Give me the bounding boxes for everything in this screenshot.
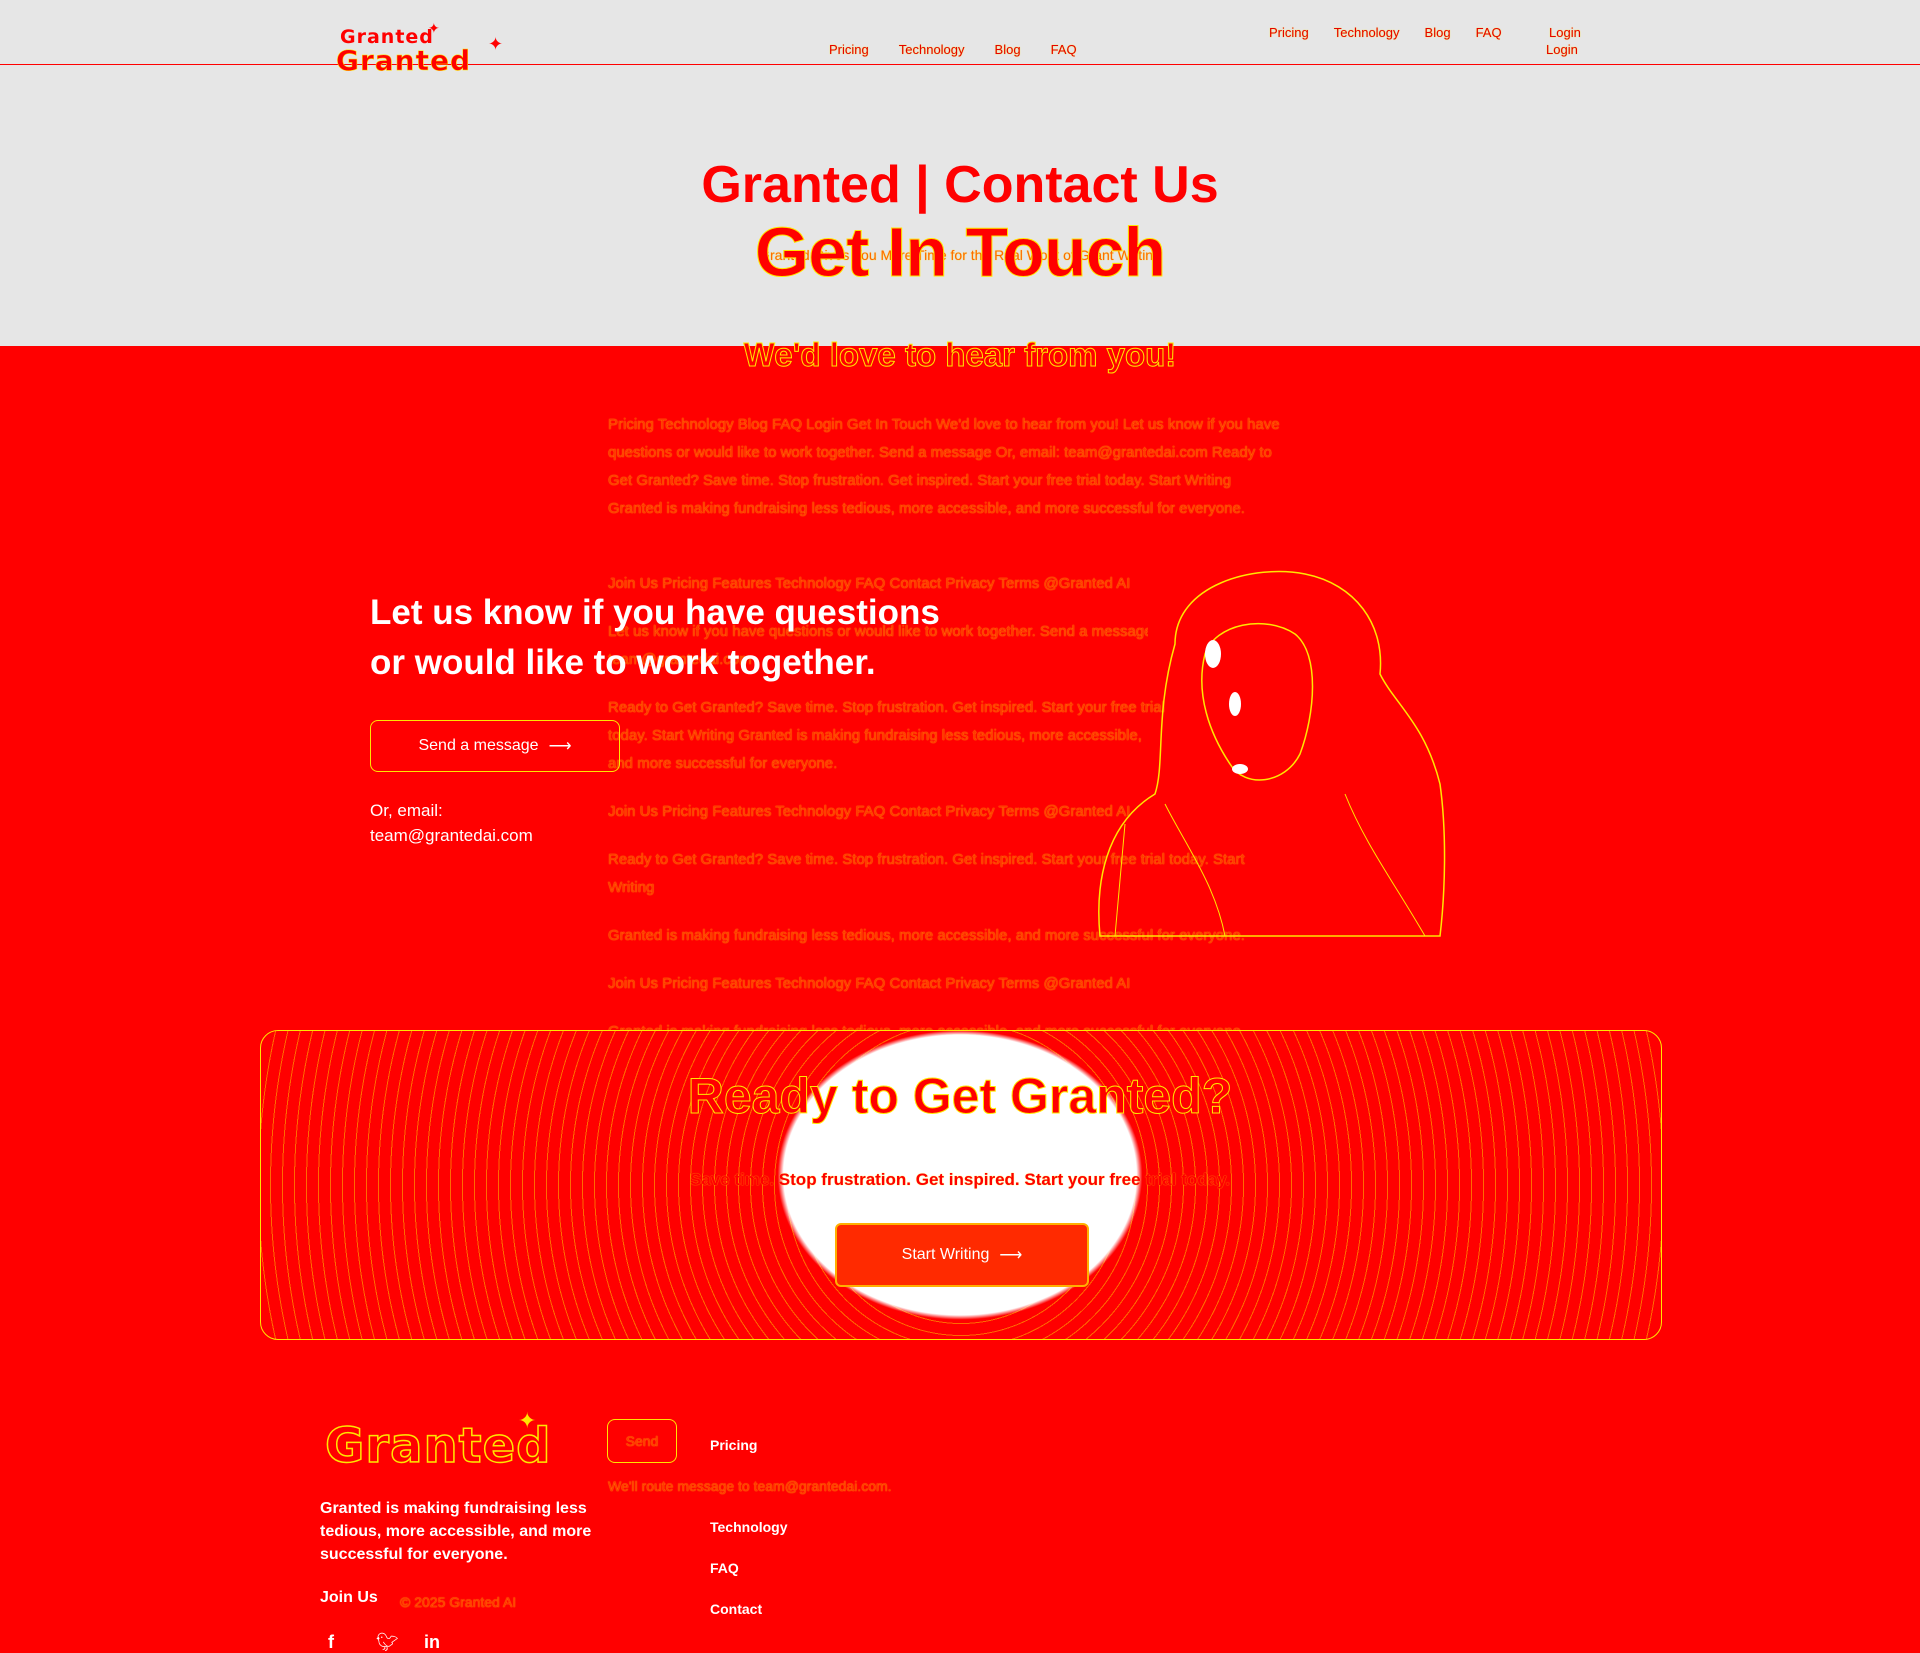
linkedin-icon[interactable]: in bbox=[424, 1632, 440, 1653]
footer-reply-note: We'll route message to team@grantedai.co… bbox=[608, 1478, 892, 1494]
header-divider bbox=[0, 64, 1920, 65]
contact-heading: Let us know if you have questions or wou… bbox=[370, 588, 1010, 688]
get-in-touch-heading: Get In Touch bbox=[754, 213, 1167, 292]
send-message-label: Send a message bbox=[418, 737, 539, 754]
footer-description: Granted is making fundraising less tedio… bbox=[320, 1500, 592, 1563]
contact-heading-line-1: Let us know if you have questions bbox=[370, 593, 940, 632]
footer-link-technology[interactable]: Technology bbox=[710, 1519, 788, 1535]
arrow-right-icon: ⟶ bbox=[548, 738, 572, 755]
footer-link-contact[interactable]: Contact bbox=[710, 1601, 762, 1617]
logo-text-large: Granted bbox=[336, 44, 472, 78]
sparkle-icon: ✦ bbox=[518, 1408, 537, 1433]
seo-cta-text: Ready to Get Granted? Save time. Stop fr… bbox=[608, 699, 1165, 772]
page-title: Granted | Contact Us bbox=[701, 156, 1219, 214]
seo-footer-links-3: Join Us Pricing Features Technology FAQ … bbox=[608, 975, 1131, 992]
copyright: © 2025 Granted AI bbox=[400, 1594, 517, 1610]
join-us-label: Join Us bbox=[320, 1589, 378, 1606]
footer-link-faq[interactable]: FAQ bbox=[710, 1560, 739, 1576]
nav-link-blog[interactable]: Blog bbox=[995, 42, 1021, 57]
sparkle-icon: ✦ bbox=[428, 20, 440, 36]
login-link-secondary[interactable]: Login bbox=[1546, 42, 1578, 57]
nav-link-blog-secondary[interactable]: Blog bbox=[1425, 25, 1451, 40]
email-label: Or, email: bbox=[370, 801, 443, 820]
nav-link-pricing[interactable]: Pricing bbox=[829, 42, 869, 57]
nav-link-technology-secondary[interactable]: Technology bbox=[1334, 25, 1400, 40]
start-writing-label: Start Writing bbox=[901, 1246, 990, 1263]
nav-link-faq-secondary[interactable]: FAQ bbox=[1476, 25, 1502, 40]
nav-link-technology[interactable]: Technology bbox=[899, 42, 965, 57]
logo[interactable]: Granted bbox=[336, 44, 472, 78]
contact-heading-line-2: or would like to work together. bbox=[370, 643, 876, 682]
nav-links-primary: Pricing Technology Blog FAQ bbox=[829, 42, 1077, 57]
twitter-icon[interactable]: 🐦︎ bbox=[376, 1632, 399, 1653]
hero-tagline: We'd love to hear from you! bbox=[743, 336, 1177, 374]
send-message-button[interactable]: Send a message ⟶ bbox=[370, 720, 620, 772]
nav-links-secondary: Pricing Technology Blog FAQ bbox=[1269, 25, 1502, 40]
seo-footer-links-2: Join Us Pricing Features Technology FAQ … bbox=[608, 803, 1131, 820]
person-photo bbox=[1098, 570, 1446, 937]
seo-paragraph: Pricing Technology Blog FAQ Login Get In… bbox=[608, 416, 1280, 517]
nav-link-faq[interactable]: FAQ bbox=[1051, 42, 1077, 57]
email-link[interactable]: team@grantedai.com bbox=[370, 826, 533, 846]
login-link[interactable]: Login bbox=[1549, 25, 1581, 40]
footer-link-pricing[interactable]: Pricing bbox=[710, 1437, 757, 1453]
arrow-right-icon: ⟶ bbox=[999, 1247, 1023, 1264]
facebook-icon[interactable]: f bbox=[328, 1632, 334, 1653]
cta-heading: Ready to Get Granted? bbox=[687, 1068, 1233, 1125]
footer-send-label: Send bbox=[625, 1433, 659, 1449]
start-writing-button[interactable]: Start Writing ⟶ bbox=[835, 1223, 1089, 1287]
footer-send-button[interactable]: Send bbox=[607, 1419, 677, 1463]
cta-subtext: Save time. Stop frustration. Get inspire… bbox=[689, 1170, 1231, 1189]
sparkle-icon-large: ✦ bbox=[488, 34, 504, 54]
nav-link-pricing-secondary[interactable]: Pricing bbox=[1269, 25, 1309, 40]
